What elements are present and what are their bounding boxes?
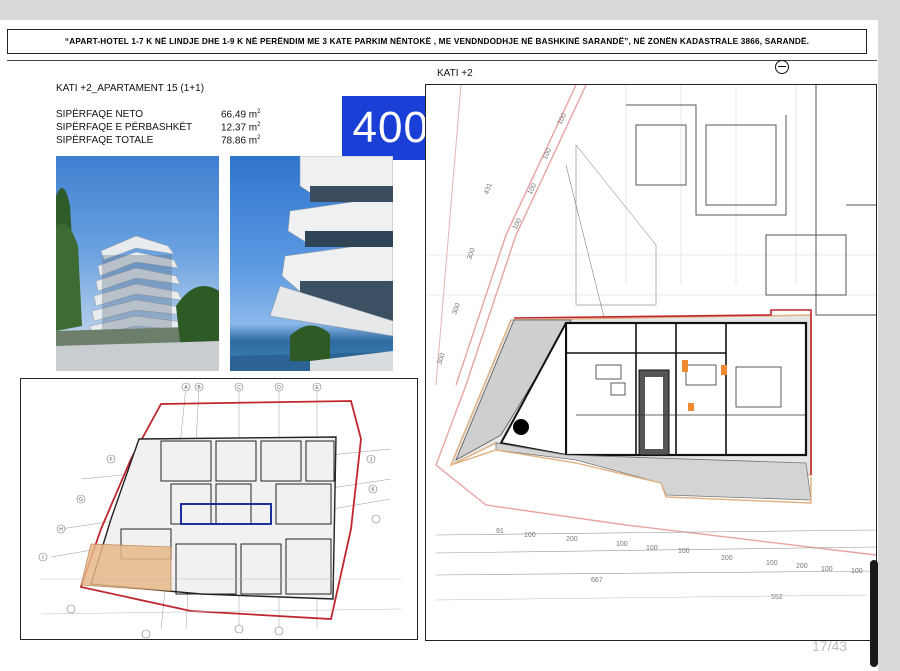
dimension-label: 100 bbox=[557, 112, 569, 126]
divider-line bbox=[7, 60, 877, 61]
svg-text:H: H bbox=[59, 527, 63, 533]
building-render-photo bbox=[56, 156, 219, 371]
project-title: “APART-HOTEL 1-7 K NË LINDJE DHE 1-9 K N… bbox=[64, 37, 810, 46]
dimension-label: 200 bbox=[566, 536, 578, 543]
floor-label: KATI +2 bbox=[437, 68, 473, 79]
dimension-label: 667 bbox=[591, 577, 603, 584]
area-value: 78.86 m bbox=[221, 135, 258, 147]
area-row-common: SIPËRFAQE E PËRBASHKËT 12.37 m2 bbox=[56, 121, 269, 134]
dimension-label: 100 bbox=[821, 566, 833, 573]
dimension-label: 552 bbox=[771, 594, 783, 601]
dimension-label: 91 bbox=[496, 528, 504, 535]
svg-text:G: G bbox=[79, 497, 83, 503]
dimension-label: 200 bbox=[796, 563, 808, 570]
area-unit: 2 bbox=[257, 108, 261, 115]
svg-text:C: C bbox=[237, 385, 241, 391]
dimension-label: 431 bbox=[483, 182, 494, 195]
svg-text:F: F bbox=[109, 457, 112, 463]
dimension-label: 100 bbox=[766, 560, 778, 567]
area-unit: 2 bbox=[257, 134, 261, 141]
area-row-net: SIPËRFAQE NETO 66.49 m2 bbox=[56, 108, 269, 121]
balcony-render-photo bbox=[230, 156, 393, 371]
apartment-title: KATI +2_APARTAMENT 15 (1+1) bbox=[56, 83, 205, 94]
dimension-label: 300 bbox=[451, 302, 462, 315]
area-value: 12.37 m bbox=[221, 122, 258, 134]
project-header: “APART-HOTEL 1-7 K NË LINDJE DHE 1-9 K N… bbox=[7, 29, 867, 54]
area-unit: 2 bbox=[257, 121, 261, 128]
document-sheet: “APART-HOTEL 1-7 K NË LINDJE DHE 1-9 K N… bbox=[0, 20, 878, 671]
dimension-label: 100 bbox=[678, 548, 690, 555]
dimension-label: 100 bbox=[851, 568, 863, 575]
svg-text:D: D bbox=[277, 385, 281, 391]
dimension-label: 200 bbox=[721, 555, 733, 562]
dimension-label: 100 bbox=[616, 541, 628, 548]
area-row-total: SIPËRFAQE TOTALE 78.86 m2 bbox=[56, 134, 269, 147]
area-label: SIPËRFAQE NETO bbox=[56, 109, 144, 120]
area-label: SIPËRFAQE E PËRBASHKËT bbox=[56, 122, 193, 133]
area-label: SIPËRFAQE TOTALE bbox=[56, 135, 154, 146]
dimension-label: 300 bbox=[436, 352, 447, 365]
scrollbar[interactable] bbox=[870, 560, 878, 667]
area-value: 66.49 m bbox=[221, 109, 258, 121]
svg-text:I: I bbox=[42, 555, 43, 561]
page-indicator: 17/43 bbox=[812, 638, 848, 654]
dimension-label: 100 bbox=[524, 532, 536, 539]
apartment-floor-plan: 100 100 100 100 431 300 300 300 91 100 2… bbox=[425, 84, 877, 641]
dimension-label: 100 bbox=[527, 182, 539, 196]
north-arrow-icon bbox=[775, 60, 789, 74]
dimension-label: 300 bbox=[466, 247, 477, 260]
dimension-label: 100 bbox=[646, 545, 658, 552]
site-floor-plan: ABCDE FGHI JK bbox=[20, 378, 418, 640]
area-table: SIPËRFAQE NETO 66.49 m2 SIPËRFAQE E PËRB… bbox=[56, 108, 269, 147]
